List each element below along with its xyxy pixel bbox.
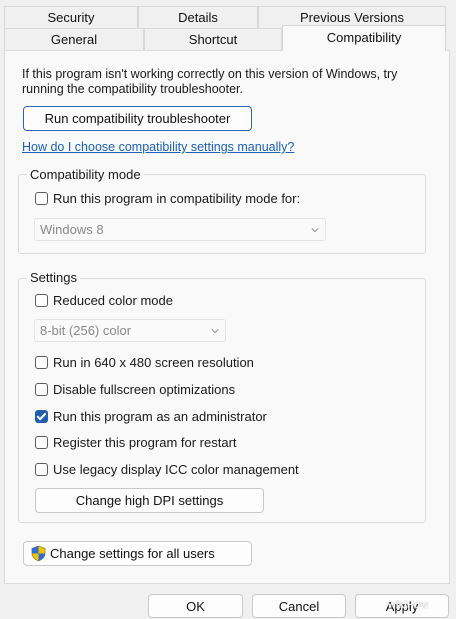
- checkbox-box[interactable]: [35, 383, 48, 396]
- compat-mode-label: Run this program in compatibility mode f…: [53, 191, 301, 206]
- register-restart-checkbox[interactable]: Register this program for restart: [35, 435, 237, 450]
- change-all-users-button[interactable]: Change settings for all users: [23, 541, 252, 566]
- chevron-down-icon: [311, 228, 319, 233]
- resolution-640-checkbox[interactable]: Run in 640 x 480 screen resolution: [35, 355, 254, 370]
- uac-shield-icon: [31, 545, 46, 562]
- fullscreen-optimizations-label: Disable fullscreen optimizations: [53, 382, 236, 397]
- tab-details[interactable]: Details: [138, 6, 258, 28]
- compatibility-mode-group: [18, 174, 426, 254]
- os-select[interactable]: Windows 8: [34, 218, 326, 241]
- checkbox-box-checked[interactable]: [35, 410, 48, 423]
- tab-security[interactable]: Security: [4, 6, 138, 28]
- help-link[interactable]: How do I choose compatibility settings m…: [22, 140, 294, 154]
- cancel-button[interactable]: Cancel: [252, 594, 346, 618]
- os-select-value: Windows 8: [40, 222, 104, 237]
- compatibility-panel: If this program isn't working correctly …: [4, 50, 450, 584]
- ok-button[interactable]: OK: [148, 594, 243, 618]
- fullscreen-optimizations-checkbox[interactable]: Disable fullscreen optimizations: [35, 382, 235, 397]
- checkbox-box[interactable]: [35, 294, 48, 307]
- settings-legend: Settings: [27, 270, 80, 285]
- run-troubleshooter-button[interactable]: Run compatibility troubleshooter: [23, 106, 252, 131]
- legacy-icc-label: Use legacy display ICC color management: [53, 462, 299, 477]
- color-depth-value: 8-bit (256) color: [40, 323, 132, 338]
- change-dpi-button[interactable]: Change high DPI settings: [35, 488, 264, 513]
- resolution-640-label: Run in 640 x 480 screen resolution: [53, 355, 254, 370]
- intro-text: If this program isn't working correctly …: [22, 67, 398, 96]
- checkbox-box[interactable]: [35, 436, 48, 449]
- tab-shortcut[interactable]: Shortcut: [144, 28, 282, 50]
- checkbox-box[interactable]: [35, 463, 48, 476]
- tab-general[interactable]: General: [4, 28, 144, 50]
- tab-compatibility[interactable]: Compatibility: [282, 25, 446, 51]
- register-restart-label: Register this program for restart: [53, 435, 237, 450]
- run-as-admin-label: Run this program as an administrator: [53, 409, 267, 424]
- change-all-users-label: Change settings for all users: [50, 546, 215, 561]
- reduced-color-checkbox[interactable]: Reduced color mode: [35, 293, 173, 308]
- checkbox-box[interactable]: [35, 192, 48, 205]
- compatibility-mode-legend: Compatibility mode: [27, 167, 144, 182]
- chevron-down-icon: [211, 329, 219, 334]
- legacy-icc-checkbox[interactable]: Use legacy display ICC color management: [35, 462, 299, 477]
- color-depth-select[interactable]: 8-bit (256) color: [34, 319, 226, 342]
- checkbox-box[interactable]: [35, 356, 48, 369]
- run-as-admin-checkbox[interactable]: Run this program as an administrator: [35, 409, 267, 424]
- compat-mode-checkbox[interactable]: Run this program in compatibility mode f…: [35, 191, 300, 206]
- reduced-color-label: Reduced color mode: [53, 293, 173, 308]
- watermark-logo: wikiHow: [388, 600, 429, 611]
- settings-group: [18, 278, 426, 523]
